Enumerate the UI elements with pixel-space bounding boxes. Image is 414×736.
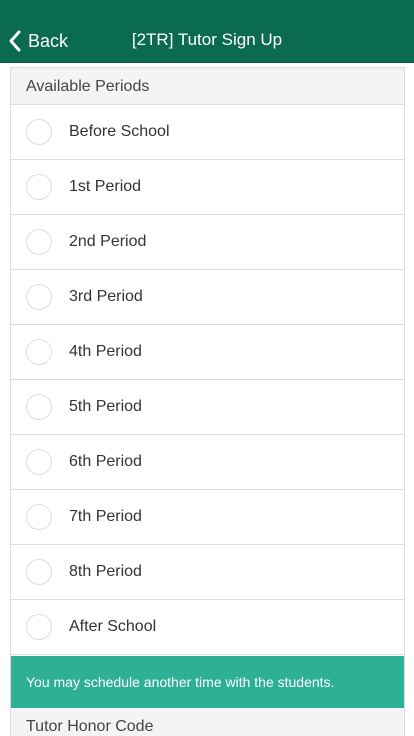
- radio-button[interactable]: [26, 614, 52, 640]
- info-notice: You may schedule another time with the s…: [11, 656, 404, 708]
- radio-button[interactable]: [26, 284, 52, 310]
- radio-button[interactable]: [26, 559, 52, 585]
- radio-button[interactable]: [26, 339, 52, 365]
- available-periods-heading: Available Periods: [11, 67, 404, 105]
- period-list: Before School 1st Period 2nd Period 3rd …: [11, 105, 404, 655]
- period-item-8th[interactable]: 8th Period: [11, 545, 404, 600]
- radio-button[interactable]: [26, 504, 52, 530]
- period-label: 2nd Period: [69, 233, 147, 250]
- period-item-6th[interactable]: 6th Period: [11, 435, 404, 490]
- app-header: Back [2TR] Tutor Sign Up: [0, 0, 414, 63]
- honor-code-heading: Tutor Honor Code: [11, 708, 404, 736]
- period-item-1st[interactable]: 1st Period: [11, 160, 404, 215]
- radio-button[interactable]: [26, 119, 52, 145]
- period-label: After School: [69, 618, 157, 635]
- period-item-5th[interactable]: 5th Period: [11, 380, 404, 435]
- period-item-after-school[interactable]: After School: [11, 600, 404, 655]
- period-label: 6th Period: [69, 453, 142, 470]
- period-label: Before School: [69, 123, 170, 140]
- period-label: 5th Period: [69, 398, 142, 415]
- radio-button[interactable]: [26, 229, 52, 255]
- period-item-3rd[interactable]: 3rd Period: [11, 270, 404, 325]
- signup-form: Available Periods Before School 1st Peri…: [10, 67, 405, 736]
- radio-button[interactable]: [26, 394, 52, 420]
- period-item-4th[interactable]: 4th Period: [11, 325, 404, 380]
- main-content[interactable]: Available Periods Before School 1st Peri…: [0, 63, 414, 736]
- period-label: 3rd Period: [69, 288, 143, 305]
- period-item-7th[interactable]: 7th Period: [11, 490, 404, 545]
- period-item-2nd[interactable]: 2nd Period: [11, 215, 404, 270]
- period-label: 8th Period: [69, 563, 142, 580]
- period-item-before-school[interactable]: Before School: [11, 105, 404, 160]
- radio-button[interactable]: [26, 174, 52, 200]
- period-label: 1st Period: [69, 178, 142, 195]
- radio-button[interactable]: [26, 449, 52, 475]
- page-title: [2TR] Tutor Sign Up: [131, 30, 283, 49]
- period-label: 4th Period: [69, 343, 142, 360]
- period-label: 7th Period: [69, 508, 142, 525]
